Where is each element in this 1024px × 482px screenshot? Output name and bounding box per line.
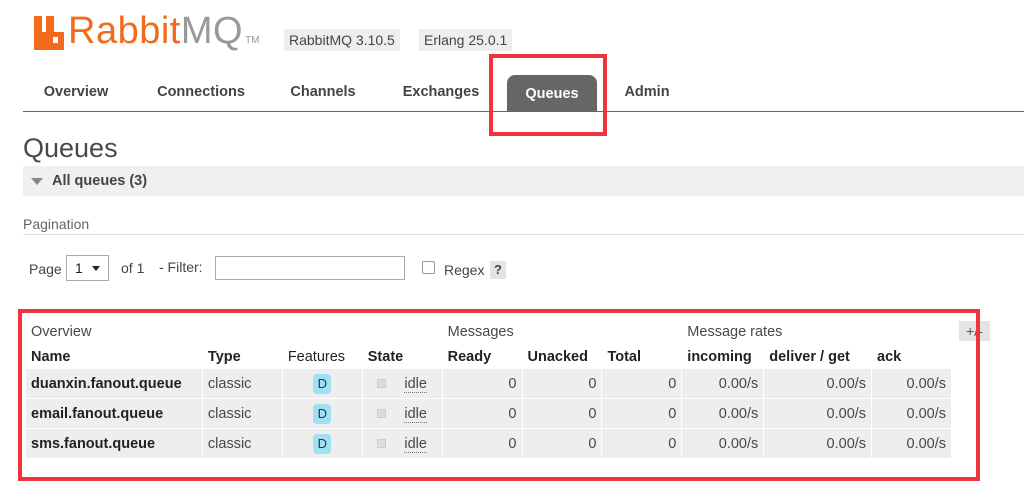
total-count: 0 [601,428,683,459]
tab-queues[interactable]: Queues [507,75,597,112]
main-nav-tabs: Overview Connections Channels Exchanges … [23,72,1024,112]
state-indicator-icon [377,379,387,389]
chevron-down-icon [92,266,100,271]
group-messages: Messages [441,319,683,345]
collapse-triangle-icon [31,178,43,185]
tab-overview[interactable]: Overview [23,72,129,112]
table-column-header-row: Name Type Features State Ready Unacked T… [25,344,952,369]
state-text: idle [404,375,427,393]
queue-state: idle [361,368,443,399]
incoming-rate: 0.00/s [681,398,765,429]
unacked-count: 0 [521,368,603,399]
table-row: duanxin.fanout.queue classic D idle 0 0 … [25,368,952,399]
queue-state: idle [361,428,443,459]
state-indicator-icon [377,409,387,419]
regex-help-button[interactable]: ? [490,261,506,279]
col-deliver-get[interactable]: deliver / get [763,344,873,369]
table-group-header-row: Overview Messages Message rates [25,319,952,345]
col-ack[interactable]: ack [871,344,952,369]
col-state[interactable]: State [361,344,443,369]
ack-rate: 0.00/s [871,428,952,459]
ack-rate: 0.00/s [871,368,952,399]
col-incoming[interactable]: incoming [681,344,765,369]
pagination-heading: Pagination [23,216,90,232]
queue-type: classic [201,398,283,429]
col-total[interactable]: Total [601,344,683,369]
incoming-rate: 0.00/s [681,368,765,399]
filter-input[interactable] [215,256,405,280]
page-title: Queues [23,133,118,163]
column-toggle-button[interactable]: +/- [959,321,990,341]
logo-text-rabbit: Rabbit [68,10,181,52]
col-type[interactable]: Type [201,344,283,369]
queue-name-link[interactable]: email.fanout.queue [25,398,203,429]
section-label: All queues (3) [52,173,148,189]
queue-name-link[interactable]: sms.fanout.queue [25,428,203,459]
queue-type: classic [201,368,283,399]
deliver-get-rate: 0.00/s [763,368,873,399]
col-name[interactable]: Name [25,344,203,369]
incoming-rate: 0.00/s [681,428,765,459]
state-text: idle [404,435,427,453]
unacked-count: 0 [521,428,603,459]
tab-admin[interactable]: Admin [615,72,679,112]
ready-count: 0 [441,368,523,399]
filter-label: - Filter: [159,259,203,275]
ready-count: 0 [441,428,523,459]
queue-name-link[interactable]: duanxin.fanout.queue [25,368,203,399]
rabbitmq-logo-icon [34,16,64,50]
queue-state: idle [361,398,443,429]
queues-table: Overview Messages Message rates Name Typ… [25,319,952,459]
total-count: 0 [601,398,683,429]
tab-connections[interactable]: Connections [146,72,256,112]
deliver-get-rate: 0.00/s [763,398,873,429]
col-features: Features [281,344,363,369]
page-select[interactable]: 1 [66,255,109,281]
table-row: email.fanout.queue classic D idle 0 0 0 … [25,398,952,429]
ack-rate: 0.00/s [871,398,952,429]
queue-features: D [281,368,363,399]
tab-channels[interactable]: Channels [281,72,365,112]
page-select-value: 1 [75,260,83,276]
durable-badge: D [313,403,332,424]
table-row: sms.fanout.queue classic D idle 0 0 0 0.… [25,428,952,459]
group-overview: Overview [25,319,443,345]
queue-features: D [281,398,363,429]
unacked-count: 0 [521,398,603,429]
erlang-version-badge: Erlang 25.0.1 [419,29,513,51]
col-unacked[interactable]: Unacked [521,344,603,369]
ready-count: 0 [441,398,523,429]
col-ready[interactable]: Ready [441,344,523,369]
queue-features: D [281,428,363,459]
durable-badge: D [313,433,332,454]
total-count: 0 [601,368,683,399]
state-text: idle [404,405,427,423]
logo-text-mq: MQ [180,10,244,52]
durable-badge: D [313,373,332,394]
page-label: Page [29,261,62,277]
group-message-rates: Message rates [681,319,952,345]
pagination-divider [23,234,1024,235]
page-count-label: of 1 [121,260,145,276]
deliver-get-rate: 0.00/s [763,428,873,459]
queue-type: classic [201,428,283,459]
regex-label: Regex [444,262,485,278]
rabbitmq-logo[interactable]: Rabbit MQ TM [34,10,260,50]
state-indicator-icon [377,439,387,449]
tab-exchanges[interactable]: Exchanges [392,72,490,112]
rabbitmq-version-badge: RabbitMQ 3.10.5 [284,29,400,51]
all-queues-section-toggle[interactable]: All queues (3) [23,166,1024,196]
regex-checkbox[interactable] [422,261,435,274]
logo-trademark: TM [245,35,260,46]
